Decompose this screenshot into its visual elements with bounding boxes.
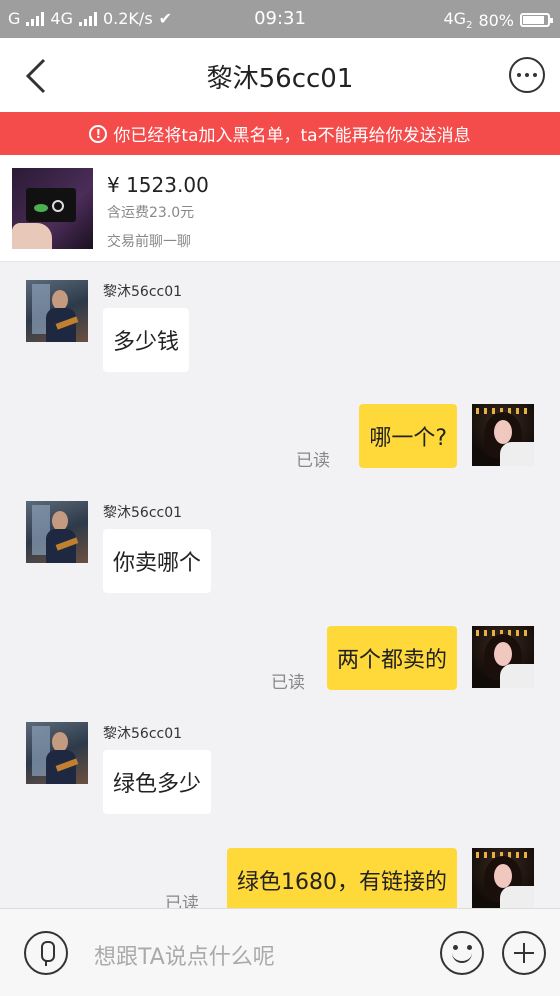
chat-header: 黎沐56cc01 [0,38,560,112]
plus-icon[interactable] [502,931,546,975]
message-bubble[interactable]: 多少钱 [103,308,190,372]
message-bubble[interactable]: 两个都卖的 [326,626,457,690]
battery-icon [520,13,553,28]
product-card[interactable]: ¥ 1523.00 含运费23.0元 交易前聊一聊 [0,155,560,262]
microphone-icon[interactable] [24,931,68,975]
battery-percent: 80% [478,10,514,30]
message-bubble[interactable]: 你卖哪个 [103,529,212,593]
message-input[interactable]: 想跟TA说点什么呢 [94,939,275,971]
message-bubble[interactable]: 绿色多少 [103,750,212,814]
page-title: 黎沐56cc01 [206,64,354,94]
message-bubble[interactable]: 绿色1680，有链接的 [227,848,457,912]
warning-icon: ! [89,124,108,143]
avatar[interactable] [26,501,88,563]
banner-text: 你已经将ta加入黑名单，ta不能再给你发送消息 [113,126,471,146]
avatar[interactable] [472,626,534,688]
avatar[interactable] [26,280,88,342]
read-status: 已读 [271,673,305,693]
sender-name: 黎沐56cc01 [103,505,183,521]
sender-name: 黎沐56cc01 [103,284,183,300]
blacklist-banner: ! 你已经将ta加入黑名单，ta不能再给你发送消息 [0,112,560,155]
read-status: 已读 [296,451,330,471]
shipping-info: 含运费23.0元 [107,205,195,221]
message-input-bar: 想跟TA说点什么呢 [0,908,560,996]
product-price: ¥ 1523.00 [107,173,209,197]
avatar[interactable] [472,404,534,466]
status-right: 4G2 80% [443,9,553,32]
message-bubble[interactable]: 哪一个? [359,404,457,468]
avatar[interactable] [472,848,534,910]
status-bar: G 4G 0.2K/s ✔ 09:31 4G2 80% [0,0,560,38]
product-thumbnail[interactable] [12,168,93,249]
emoji-icon[interactable] [440,931,484,975]
more-options-icon[interactable] [509,57,545,93]
sender-name: 黎沐56cc01 [103,726,183,742]
chat-hint: 交易前聊一聊 [107,234,191,250]
network-right: 4G2 [443,9,473,32]
avatar[interactable] [26,722,88,784]
